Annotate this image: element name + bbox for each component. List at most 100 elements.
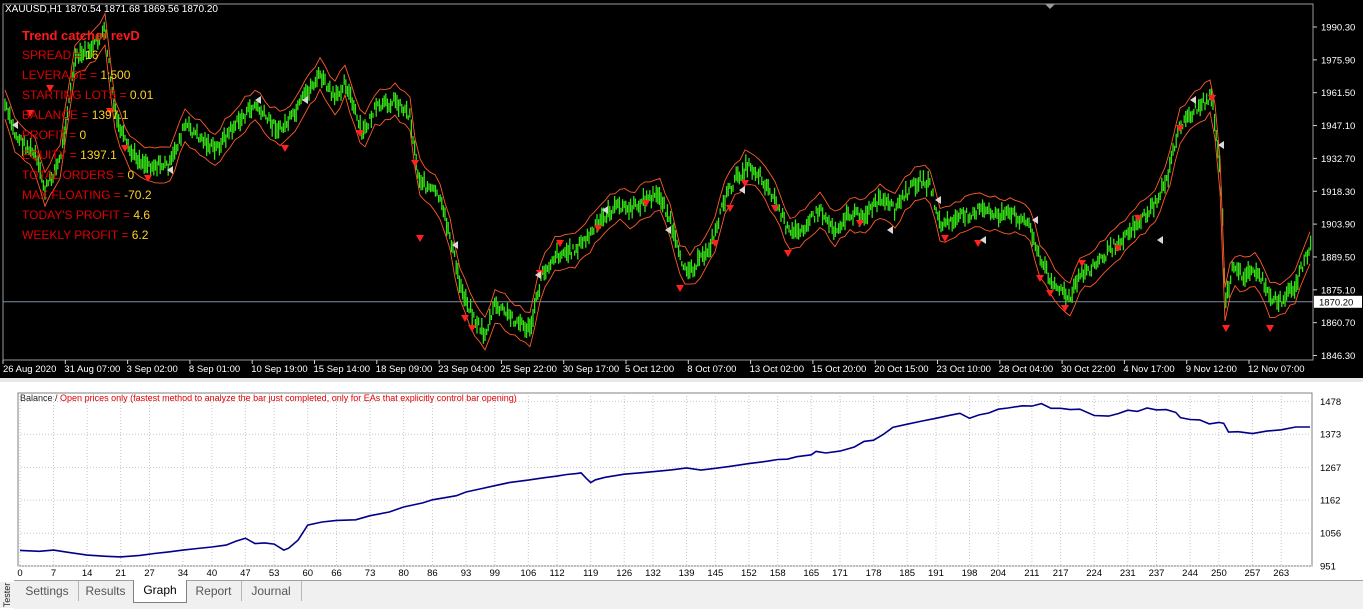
- graph-y-tick-label: 951: [1320, 562, 1336, 573]
- chart-frame: [2, 3, 1314, 361]
- date-tick-label: 23 Oct 10:00: [937, 364, 991, 375]
- date-tick-label: 4 Nov 17:00: [1123, 364, 1174, 375]
- graph-y-tick-label: 1267: [1320, 463, 1341, 474]
- envelope-upper: [4, 11, 1311, 319]
- date-tick-label: 31 Aug 07:00: [64, 364, 120, 375]
- graph-x-tick-label: 231: [1120, 568, 1136, 579]
- symbol-header: XAUUSD,H1 1870.54 1871.68 1869.56 1870.2…: [5, 4, 218, 15]
- price-tick-label: 1903.90: [1321, 220, 1355, 231]
- ea-row: PROFIT = 0: [22, 125, 153, 145]
- graph-y-tick-label: 1373: [1320, 430, 1341, 441]
- panel-splitter[interactable]: [0, 378, 1363, 382]
- ea-row-value: 1397.1: [91, 108, 129, 122]
- graph-x-tick-label: 47: [240, 568, 251, 579]
- graph-x-tick-label: 165: [803, 568, 819, 579]
- graph-x-tick-label: 93: [461, 568, 472, 579]
- ea-row: SPREAD = 16: [22, 45, 153, 65]
- price-tick-label: 1846.30: [1321, 351, 1355, 362]
- ea-info-overlay: Trend catcher revD SPREAD = 16 LEVERAGE =…: [22, 26, 153, 245]
- ea-row-value: 4.6: [133, 208, 151, 222]
- ea-rows: SPREAD = 16 LEVERAGE = 1:500 STARTING LOTS…: [22, 45, 153, 245]
- buy-marker: [974, 240, 982, 247]
- buy-marker: [281, 145, 289, 152]
- date-tick-label: 18 Sep 09:00: [376, 364, 433, 375]
- buy-marker: [1222, 325, 1230, 332]
- current-price-label: 1870.20: [1319, 297, 1353, 308]
- balance-graph: 1478 1373 1267 1162 1056 951 0 7 14 21 27 34 40 47 53 6…: [14, 385, 1363, 581]
- tab-journal[interactable]: Journal: [241, 581, 302, 601]
- buy-marker: [1046, 290, 1054, 297]
- date-tick-label: 28 Oct 04:00: [999, 364, 1053, 375]
- graph-x-tick-label: 99: [489, 568, 500, 579]
- date-tick-label: 23 Sep 04:00: [438, 364, 495, 375]
- buy-marker: [411, 160, 419, 167]
- graph-x-tick-label: 145: [707, 568, 723, 579]
- tab-graph[interactable]: Graph: [133, 580, 187, 603]
- graph-x-tick-label: 106: [520, 568, 536, 579]
- graph-x-tick-label: 185: [899, 568, 915, 579]
- ea-row-value: 1:500: [100, 68, 131, 82]
- graph-y-tick-label: 1162: [1320, 496, 1340, 507]
- price-tick-label: 1875.10: [1321, 285, 1355, 296]
- close-marker: [887, 226, 893, 234]
- date-tick-label: 26 Aug 2020: [3, 364, 56, 375]
- buy-marker: [784, 250, 792, 257]
- price-chart-canvas[interactable]: 1990.30 1975.90 1961.50 1947.10 1932.70 1918.…: [0, 0, 1363, 378]
- tab-settings[interactable]: Settings: [16, 581, 79, 601]
- graph-x-tick-label: 263: [1273, 568, 1289, 579]
- ea-row-key: LEVERAGE =: [22, 68, 101, 82]
- close-marker: [980, 236, 986, 244]
- chart-shift-marker[interactable]: [1045, 4, 1055, 9]
- buy-marker: [1266, 325, 1274, 332]
- graph-x-tick-label: 34: [178, 568, 189, 579]
- date-tick-label: 10 Sep 19:00: [251, 364, 308, 375]
- date-tick-label: 15 Sep 14:00: [314, 364, 371, 375]
- ea-row: LEVERAGE = 1:500: [22, 65, 153, 85]
- price-tick-label: 1932.70: [1321, 154, 1355, 165]
- graph-x-tick-label: 126: [616, 568, 632, 579]
- ea-row-value: 1397.1: [80, 148, 117, 162]
- price-tick-label: 1990.30: [1321, 23, 1355, 34]
- ea-row-value: 6.2: [131, 228, 149, 242]
- graph-x-tick-label: 40: [207, 568, 218, 579]
- ea-row-key: SPREAD =: [22, 48, 86, 62]
- close-markers: [12, 96, 1224, 279]
- buy-markers: [26, 85, 1274, 332]
- ea-row: EQUITY = 1397.1: [22, 145, 153, 165]
- close-marker: [665, 226, 671, 234]
- ea-row-value: 0.01: [129, 88, 154, 102]
- date-tick-label: 20 Oct 15:00: [874, 364, 928, 375]
- close-marker: [935, 196, 941, 204]
- graph-x-tick-label: 171: [832, 568, 848, 579]
- buy-marker: [1061, 305, 1069, 312]
- graph-x-tick-label: 237: [1149, 568, 1165, 579]
- date-tick-label: 8 Sep 01:00: [189, 364, 240, 375]
- graph-y-tick-label: 1056: [1320, 529, 1341, 540]
- ea-row-value: 0: [79, 128, 87, 142]
- buy-marker: [676, 285, 684, 292]
- graph-x-tick-label: 27: [144, 568, 155, 579]
- graph-x-tick-label: 0: [17, 568, 22, 579]
- ea-row-key: TODAY'S PROFIT =: [22, 208, 134, 222]
- ea-row: STARTING LOTS = 0.01: [22, 85, 153, 105]
- price-chart[interactable]: 1990.30 1975.90 1961.50 1947.10 1932.70 1918.…: [0, 0, 1363, 378]
- graph-x-tick-label: 86: [427, 568, 438, 579]
- price-tick-label: 1860.70: [1321, 318, 1355, 329]
- ea-row: TOTAL ORDERS = 0: [22, 165, 153, 185]
- graph-x-tick-label: 257: [1245, 568, 1261, 579]
- date-tick-label: 8 Oct 07:00: [687, 364, 736, 375]
- candlestick-series: [4, 21, 1312, 344]
- graph-x-tick-label: 60: [302, 568, 313, 579]
- tab-report[interactable]: Report: [186, 581, 242, 601]
- date-tick-label: 30 Sep 17:00: [563, 364, 620, 375]
- buy-marker: [416, 235, 424, 242]
- date-tick-label: 5 Oct 12:00: [625, 364, 674, 375]
- graph-x-tick-label: 139: [679, 568, 695, 579]
- ea-row-key: TOTAL ORDERS =: [22, 168, 128, 182]
- graph-x-tick-label: 224: [1086, 568, 1102, 579]
- graph-x-tick-label: 152: [741, 568, 757, 579]
- tab-results[interactable]: Results: [78, 581, 134, 601]
- ea-row-key: EQUITY =: [22, 148, 81, 162]
- graph-x-tick-label: 53: [269, 568, 280, 579]
- graph-x-tick-label: 112: [550, 568, 565, 579]
